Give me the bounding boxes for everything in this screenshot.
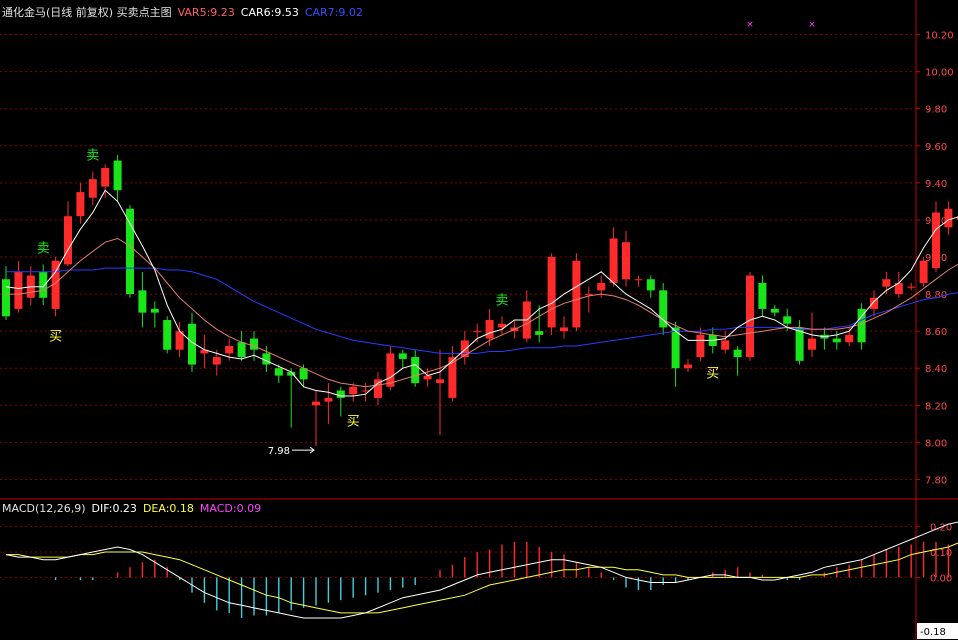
candle-body[interactable] bbox=[14, 271, 23, 309]
macd-title[interactable]: MACD(12,26,9) bbox=[2, 502, 86, 515]
candle-body[interactable] bbox=[398, 353, 407, 359]
buy-signal-label: 买 bbox=[706, 366, 719, 381]
candle-body[interactable] bbox=[126, 208, 134, 295]
candle-body[interactable] bbox=[312, 401, 320, 406]
candle-body[interactable] bbox=[845, 334, 854, 343]
candle-body[interactable] bbox=[783, 316, 792, 324]
candle-body[interactable] bbox=[572, 260, 581, 328]
candle-body[interactable] bbox=[76, 192, 85, 217]
candle-body[interactable] bbox=[882, 279, 891, 287]
candle-body[interactable] bbox=[733, 349, 742, 358]
sell-signal-label: 卖 bbox=[495, 293, 508, 308]
candle-body[interactable] bbox=[473, 331, 482, 333]
candle-body[interactable] bbox=[547, 257, 556, 328]
candle-body[interactable] bbox=[944, 208, 953, 228]
price-axis-label: 9.80 bbox=[925, 105, 947, 116]
candle-body[interactable] bbox=[857, 308, 866, 343]
candle-body[interactable] bbox=[696, 334, 705, 358]
candle-body[interactable] bbox=[349, 386, 358, 395]
candle-body[interactable] bbox=[436, 379, 444, 384]
candle-body[interactable] bbox=[721, 340, 730, 350]
buy-signal-label: 买 bbox=[347, 415, 360, 430]
candle-body[interactable] bbox=[584, 294, 593, 296]
candle-body[interactable] bbox=[907, 286, 916, 288]
candle-body[interactable] bbox=[919, 260, 928, 283]
car6-value: CAR6:9.53 bbox=[240, 6, 299, 19]
price-axis-label: 8.20 bbox=[925, 401, 947, 412]
price-axis-label: 8.00 bbox=[925, 438, 947, 449]
candle-body[interactable] bbox=[770, 308, 779, 313]
candle-body[interactable] bbox=[274, 368, 283, 376]
sell-signal-label: 卖 bbox=[86, 149, 99, 164]
candle-body[interactable] bbox=[932, 212, 940, 269]
candle-body[interactable] bbox=[163, 320, 172, 350]
price-axis-label: 8.40 bbox=[925, 364, 947, 375]
candle-body[interactable] bbox=[212, 357, 221, 365]
ma-mid-line bbox=[6, 237, 958, 388]
ma-short-line bbox=[5, 189, 958, 397]
dea-value: DEA:0.18 bbox=[142, 502, 194, 515]
ma-long-line bbox=[6, 267, 958, 354]
candle-body[interactable] bbox=[460, 340, 469, 358]
candle-body[interactable] bbox=[2, 279, 10, 317]
car7-value: CAR7:9.02 bbox=[304, 6, 363, 19]
candle-body[interactable] bbox=[634, 279, 643, 281]
candle-body[interactable] bbox=[39, 271, 48, 298]
candle-body[interactable] bbox=[622, 242, 630, 280]
var5-value: VAR5:9.23 bbox=[177, 6, 235, 19]
macd-header: MACD(12,26,9) DIF:0.23 DEA:0.18 MACD:0.09 bbox=[2, 502, 267, 515]
candle-body[interactable] bbox=[560, 327, 568, 332]
main-chart-header: 通化金马(日线 前复权) 买卖点主图 VAR5:9.23 CAR6:9.53 CAR7… bbox=[2, 4, 369, 20]
candle-body[interactable] bbox=[64, 216, 72, 265]
dea-line bbox=[6, 542, 958, 614]
buy-signal-label: 买 bbox=[49, 329, 62, 344]
candle-body[interactable] bbox=[758, 282, 767, 309]
price-axis-label: 7.80 bbox=[925, 475, 947, 486]
candle-body[interactable] bbox=[609, 238, 618, 283]
candle-body[interactable] bbox=[324, 397, 333, 402]
candle-body[interactable] bbox=[646, 279, 655, 291]
price-axis-label: 9.60 bbox=[925, 142, 947, 153]
candle-body[interactable] bbox=[88, 179, 97, 198]
top-marker: × bbox=[808, 20, 816, 30]
sell-signal-label: 卖 bbox=[37, 241, 50, 256]
candle-body[interactable] bbox=[336, 390, 345, 398]
macd-current-value: -0.18 bbox=[920, 627, 946, 638]
price-axis-label: 9.40 bbox=[925, 179, 947, 190]
stock-title[interactable]: 通化金马(日线 前复权) 买卖点主图 bbox=[2, 6, 172, 19]
candle-body[interactable] bbox=[535, 331, 544, 335]
candle-body[interactable] bbox=[138, 290, 147, 313]
top-marker: × bbox=[746, 20, 754, 30]
candle-body[interactable] bbox=[150, 308, 159, 313]
candle-body[interactable] bbox=[411, 357, 420, 384]
low-price-label: 7.98 bbox=[268, 446, 290, 457]
price-axis-label: 10.00 bbox=[925, 68, 954, 79]
price-axis-label: 8.60 bbox=[925, 327, 947, 338]
candle-body[interactable] bbox=[597, 282, 606, 291]
candle-body[interactable] bbox=[746, 275, 754, 358]
chart-canvas[interactable]: 10.2010.009.809.609.409.209.008.808.608.… bbox=[0, 0, 958, 640]
candle-body[interactable] bbox=[423, 375, 432, 380]
candle-body[interactable] bbox=[113, 160, 122, 191]
candle-body[interactable] bbox=[101, 168, 110, 187]
price-axis-label: 10.20 bbox=[925, 31, 954, 42]
candle-body[interactable] bbox=[225, 345, 234, 354]
dif-value: DIF:0.23 bbox=[91, 502, 137, 515]
dif-line bbox=[5, 521, 958, 619]
macd-value: MACD:0.09 bbox=[199, 502, 262, 515]
candle-body[interactable] bbox=[485, 320, 494, 339]
candle-body[interactable] bbox=[262, 353, 271, 365]
candle-body[interactable] bbox=[808, 338, 816, 350]
candle-body[interactable] bbox=[250, 338, 258, 350]
candle-body[interactable] bbox=[684, 364, 692, 369]
candle-body[interactable] bbox=[832, 338, 841, 343]
candle-body[interactable] bbox=[237, 342, 246, 358]
